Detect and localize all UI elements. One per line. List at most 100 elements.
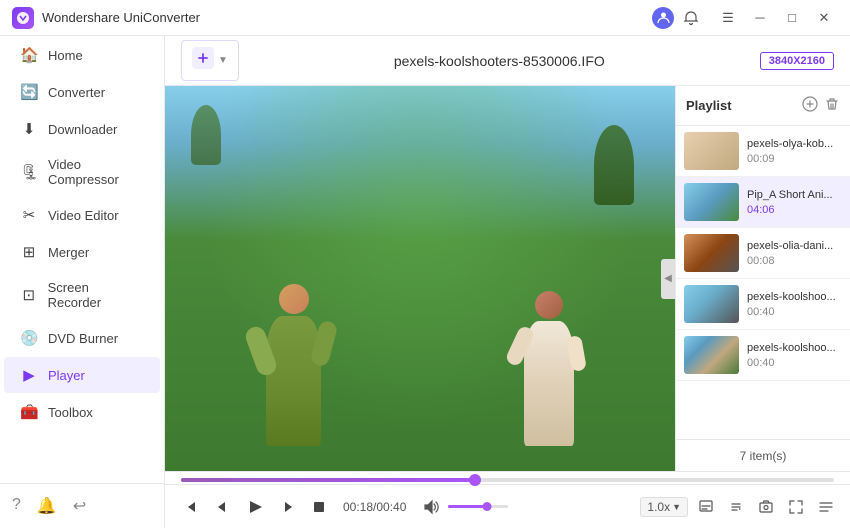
playlist-item-info: pexels-koolshoo... 00:40 — [747, 341, 842, 369]
playlist-thumbnail — [684, 183, 739, 221]
delete-playlist-icon[interactable] — [824, 96, 840, 116]
app-title: Wondershare UniConverter — [42, 10, 652, 25]
sidebar-icon-downloader: ⬇ — [20, 120, 38, 138]
progress-area — [165, 471, 850, 484]
add-media-button[interactable]: ▼ — [181, 40, 239, 81]
sidebar-label-converter: Converter — [48, 85, 105, 100]
sidebar-icon-screen-recorder: ⊡ — [20, 286, 38, 304]
playlist-item[interactable]: pexels-koolshoo... 00:40 — [676, 330, 850, 381]
sidebar-label-video-compressor: Video Compressor — [48, 157, 144, 187]
playlist-toggle-button[interactable] — [814, 496, 838, 518]
sidebar-item-merger[interactable]: ⊞ Merger — [4, 234, 160, 270]
sidebar-item-toolbox[interactable]: 🧰 Toolbox — [4, 394, 160, 430]
stop-button[interactable] — [307, 496, 331, 518]
sidebar-item-converter[interactable]: 🔄Converter — [4, 74, 160, 110]
sidebar-icon-toolbox: 🧰 — [20, 403, 38, 421]
add-dropdown-arrow: ▼ — [218, 55, 228, 66]
sidebar-label-home: Home — [48, 48, 83, 63]
sidebar-item-video-compressor[interactable]: 🗜 Video Compressor — [4, 148, 160, 196]
sidebar-item-video-editor[interactable]: ✂ Video Editor — [4, 197, 160, 233]
playlist-thumbnail — [684, 132, 739, 170]
add-to-playlist-icon[interactable] — [802, 96, 818, 116]
sidebar-item-home[interactable]: 🏠 Home — [4, 37, 160, 73]
playlist-item-duration: 00:08 — [747, 255, 842, 267]
playlist-item-name: pexels-koolshoo... — [747, 290, 842, 304]
volume-icon[interactable] — [418, 495, 444, 519]
playlist-item[interactable]: pexels-olia-dani... 00:08 — [676, 228, 850, 279]
volume-area — [418, 495, 508, 519]
screenshot-button[interactable] — [754, 496, 778, 518]
sidebar-item-player[interactable]: ▶ Player — [4, 357, 160, 393]
close-button[interactable]: ✕ — [810, 7, 838, 29]
playlist-header-actions — [802, 96, 840, 116]
playlist-item[interactable]: pexels-olya-kob... 00:09 — [676, 126, 850, 177]
content-area: ▼ pexels-koolshooters-8530006.IFO 3840X2… — [165, 36, 850, 528]
playlist-item-info: pexels-koolshoo... 00:40 — [747, 290, 842, 318]
resolution-badge: 3840X2160 — [760, 52, 834, 70]
sidebar-label-video-editor: Video Editor — [48, 208, 119, 223]
bell-icon[interactable]: 🔔 — [33, 492, 61, 520]
prev-frame-button[interactable] — [209, 495, 235, 519]
sidebar-item-downloader[interactable]: ⬇Downloader — [4, 111, 160, 147]
playlist-count: 7 item(s) — [740, 449, 787, 463]
progress-thumb[interactable] — [469, 474, 481, 486]
menu-icon[interactable]: ☰ — [714, 7, 742, 29]
sidebar-label-merger: Merger — [48, 245, 89, 260]
playlist-header: Playlist — [676, 86, 850, 126]
playlist-item[interactable]: Pip_A Short Ani... 04:06 — [676, 177, 850, 228]
player-area: ◀ Playlist — [165, 86, 850, 471]
playlist-item-info: pexels-olia-dani... 00:08 — [747, 239, 842, 267]
playlist-item-duration: 00:40 — [747, 357, 842, 369]
speed-value: 1.0x — [647, 500, 670, 514]
playlist-item[interactable]: pexels-koolshoo... 00:40 — [676, 279, 850, 330]
volume-fill — [448, 505, 487, 508]
sidebar-icon-merger: ⊞ — [20, 243, 38, 261]
volume-thumb[interactable] — [483, 502, 492, 511]
time-display: 00:18/00:40 — [343, 500, 406, 514]
user-avatar-icon[interactable] — [652, 7, 674, 29]
subtitle-button[interactable] — [694, 496, 718, 518]
video-container[interactable]: ◀ — [165, 86, 675, 471]
speed-button[interactable]: 1.0x ▼ — [640, 497, 688, 517]
volume-slider[interactable] — [448, 505, 508, 508]
sidebar-label-dvd-burner: DVD Burner — [48, 331, 118, 346]
fullscreen-button[interactable] — [784, 496, 808, 518]
playlist-item-name: pexels-koolshoo... — [747, 341, 842, 355]
playlist-item-duration: 00:09 — [747, 153, 842, 165]
sidebar: 🏠 Home 🔄Converter⬇Downloader 🗜 Video Compres… — [0, 36, 165, 528]
feedback-icon[interactable]: ↩ — [69, 492, 90, 520]
sidebar-label-player: Player — [48, 368, 85, 383]
minimize-button[interactable]: ─ — [746, 7, 774, 29]
playlist-panel: Playlist — [675, 86, 850, 471]
sidebar-item-dvd-burner[interactable]: 💿 DVD Burner — [4, 320, 160, 356]
audio-track-button[interactable] — [724, 496, 748, 518]
next-frame-button[interactable] — [275, 495, 301, 519]
collapse-panel-button[interactable]: ◀ — [661, 259, 675, 299]
help-icon[interactable]: ? — [8, 492, 25, 520]
sidebar-icon-home: 🏠 — [20, 46, 38, 64]
sidebar-item-screen-recorder[interactable]: ⊡ Screen Recorder — [4, 271, 160, 319]
maximize-button[interactable]: □ — [778, 7, 806, 29]
sidebar-icon-video-editor: ✂ — [20, 206, 38, 224]
playlist-item-name: Pip_A Short Ani... — [747, 188, 842, 202]
playlist-item-duration: 00:40 — [747, 306, 842, 318]
app-logo — [12, 7, 34, 29]
skip-back-button[interactable] — [177, 495, 203, 519]
progress-track[interactable] — [181, 478, 834, 482]
sidebar-icon-dvd-burner: 💿 — [20, 329, 38, 347]
progress-fill — [181, 478, 475, 482]
playlist-item-duration: 04:06 — [747, 204, 842, 216]
sidebar-label-toolbox: Toolbox — [48, 405, 93, 420]
sidebar-label-screen-recorder: Screen Recorder — [48, 280, 144, 310]
playlist-item-name: pexels-olya-kob... — [747, 137, 842, 151]
playlist-footer: 7 item(s) — [676, 439, 850, 471]
playlist-item-info: Pip_A Short Ani... 04:06 — [747, 188, 842, 216]
playlist-thumbnail — [684, 285, 739, 323]
sidebar-icon-video-compressor: 🗜 — [20, 163, 38, 181]
playlist-item-info: pexels-olya-kob... 00:09 — [747, 137, 842, 165]
file-title: pexels-koolshooters-8530006.IFO — [251, 53, 748, 69]
play-button[interactable] — [241, 494, 269, 520]
sidebar-icon-player: ▶ — [20, 366, 38, 384]
controls-bar: 00:18/00:40 1.0x ▼ — [165, 484, 850, 528]
notification-icon[interactable] — [680, 7, 702, 29]
